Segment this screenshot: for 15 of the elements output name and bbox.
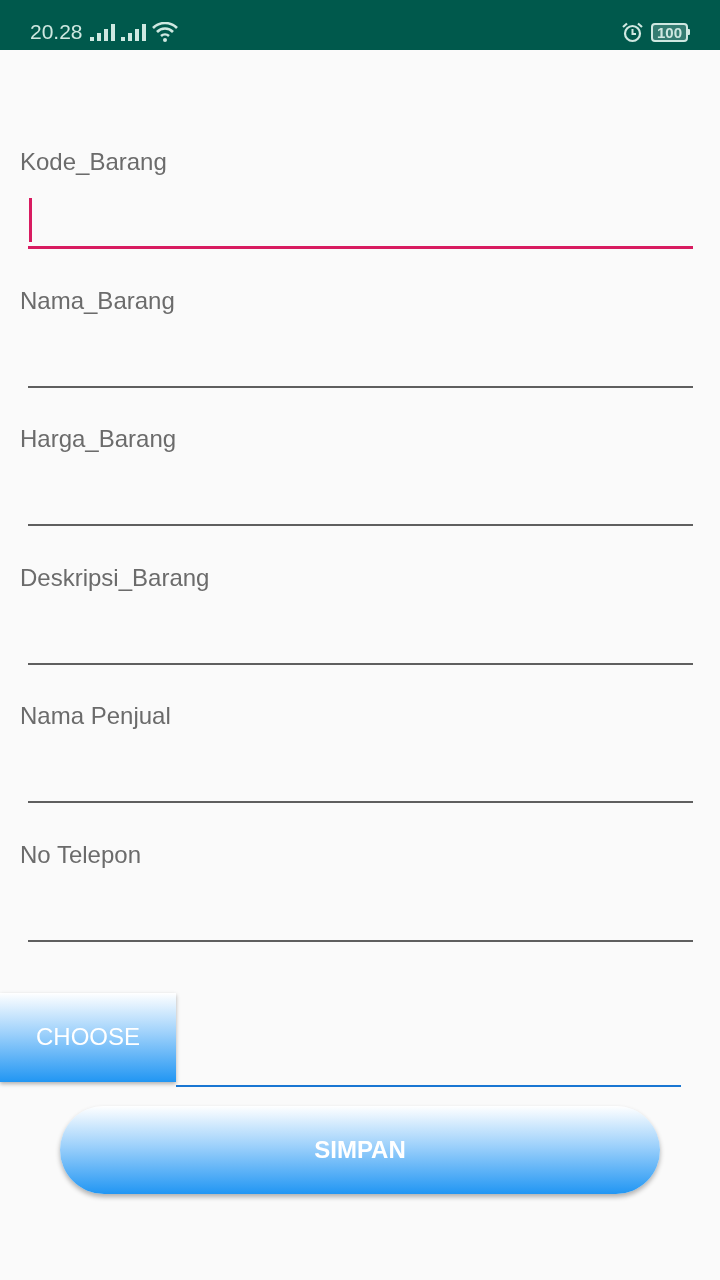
signal-icon <box>89 23 115 41</box>
alarm-clock-icon <box>621 21 643 43</box>
field-label: Nama_Barang <box>20 285 175 316</box>
signal-icon <box>120 23 146 41</box>
field-label: Deskripsi_Barang <box>20 562 210 593</box>
field-label: Nama Penjual <box>20 701 171 732</box>
wifi-icon <box>151 22 178 42</box>
choose-button[interactable]: CHOOSE <box>0 992 176 1082</box>
text-cursor-icon <box>29 198 32 242</box>
status-time: 20.28 <box>30 20 83 44</box>
field-label: No Telepon <box>20 839 141 870</box>
save-button[interactable]: SIMPAN <box>60 1105 660 1194</box>
battery-indicator: 100 <box>650 22 690 42</box>
field-label: Harga_Barang <box>20 424 177 455</box>
field-label: Kode_Barang <box>20 147 167 177</box>
